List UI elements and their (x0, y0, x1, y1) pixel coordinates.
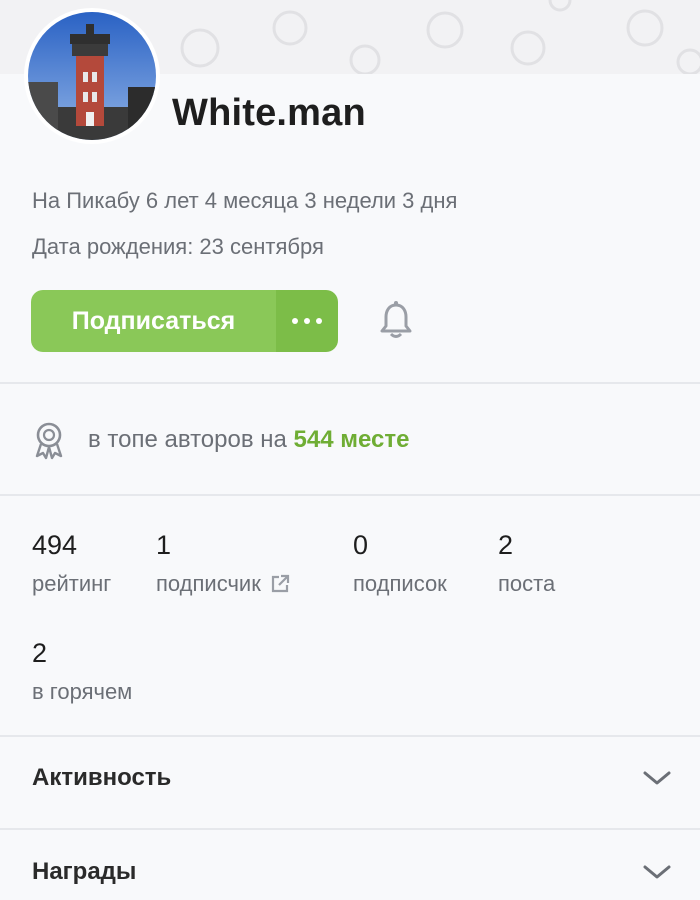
stat-label: поста (498, 571, 556, 596)
birthday: Дата рождения: 23 сентября (32, 234, 324, 259)
more-options-button[interactable] (276, 290, 338, 352)
author-rank: в топе авторов на 544 месте (32, 420, 409, 460)
stat-value: 2 (498, 530, 514, 560)
section-label: Активность (32, 764, 172, 791)
profile-username: White.man (172, 92, 366, 134)
section-label: Награды (32, 858, 137, 885)
divider (0, 735, 700, 737)
stat-label: в горячем (32, 679, 133, 704)
stat-label: рейтинг (32, 571, 112, 596)
award-ribbon-icon (35, 422, 63, 460)
section-activity[interactable]: Активность (32, 764, 672, 792)
chevron-down-icon (643, 865, 671, 879)
stat-subscriptions[interactable]: 0 подписок (353, 530, 447, 597)
stat-value: 1 (156, 530, 172, 560)
avatar[interactable] (28, 12, 156, 140)
divider (0, 828, 700, 830)
divider (0, 494, 700, 496)
stat-label: подписок (353, 571, 447, 596)
more-dots-icon (292, 318, 322, 324)
subscribe-button-group: Подписаться (31, 290, 338, 352)
chevron-down-icon (643, 771, 671, 785)
stat-rating: 494 рейтинг (32, 530, 111, 597)
divider (0, 382, 700, 384)
stat-hot[interactable]: 2 в горячем (32, 638, 132, 705)
stat-value: 0 (353, 530, 369, 560)
stat-subscribers[interactable]: 1 подписчик (156, 530, 291, 597)
stat-posts[interactable]: 2 поста (498, 530, 555, 597)
stat-label: подписчик (156, 571, 261, 596)
subscribe-button[interactable]: Подписаться (31, 290, 276, 352)
rank-value[interactable]: 544 месте (294, 426, 410, 453)
external-link-icon[interactable] (269, 573, 291, 595)
stat-value: 494 (32, 530, 78, 560)
notifications-bell-button[interactable] (378, 300, 414, 340)
stat-value: 2 (32, 638, 48, 668)
rank-text: в топе авторов на (88, 426, 287, 453)
section-awards[interactable]: Награды (32, 858, 672, 886)
time-on-site: На Пикабу 6 лет 4 месяца 3 недели 3 дня (32, 188, 458, 213)
bell-icon (380, 301, 412, 338)
